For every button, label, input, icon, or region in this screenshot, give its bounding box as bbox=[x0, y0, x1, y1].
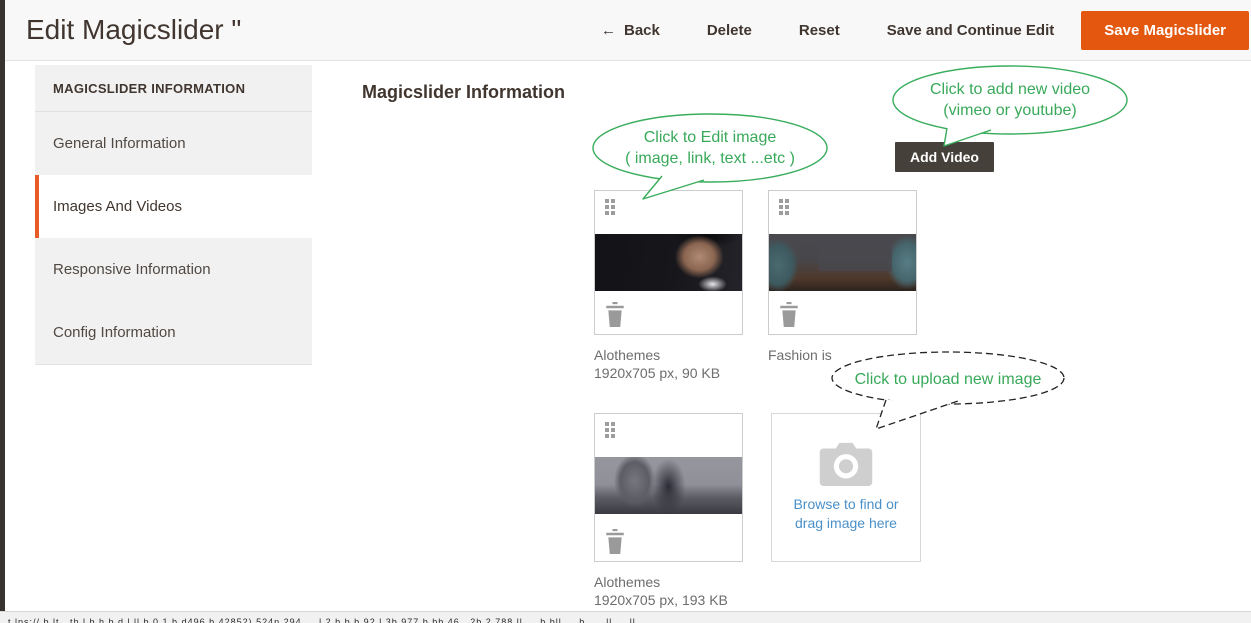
image-name: Alothemes bbox=[594, 573, 728, 591]
settings-nav-heading: MAGICSLIDER INFORMATION bbox=[35, 65, 312, 112]
annotation-line: Click to upload new image bbox=[833, 369, 1063, 390]
image-card[interactable] bbox=[594, 413, 743, 562]
browse-link[interactable]: Browse to find or drag image here bbox=[793, 495, 898, 533]
image-meta: 1920x705 px, 90 KB bbox=[594, 364, 720, 382]
image-card[interactable] bbox=[768, 190, 917, 335]
annotation-line: Click to add new video bbox=[893, 79, 1127, 100]
arrow-left-icon: ← bbox=[601, 22, 616, 39]
delete-image-button[interactable] bbox=[605, 302, 625, 327]
image-name: Alothemes bbox=[594, 346, 720, 364]
slide-thumbnail[interactable] bbox=[595, 234, 742, 291]
settings-nav: MAGICSLIDER INFORMATION General Informat… bbox=[35, 65, 312, 365]
annotation-upload-image: Click to upload new image bbox=[833, 369, 1063, 390]
save-continue-button[interactable]: Save and Continue Edit bbox=[887, 22, 1055, 39]
save-magicslider-button[interactable]: Save Magicslider bbox=[1081, 11, 1249, 50]
back-label: Back bbox=[624, 22, 660, 39]
sidebar-item-general-information[interactable]: General Information bbox=[35, 112, 312, 175]
image-caption: Alothemes 1920x705 px, 90 KB bbox=[594, 346, 720, 382]
annotation-edit-image: Click to Edit image ( image, link, text … bbox=[593, 127, 827, 169]
status-bar: t.lps://.b.lt...th.l.b.h.b.d.l.ll.b.0.1.… bbox=[0, 611, 1251, 623]
back-button[interactable]: ← Back bbox=[601, 22, 660, 39]
browse-link-line2: drag image here bbox=[793, 514, 898, 533]
annotation-line: ( image, link, text ...etc ) bbox=[593, 148, 827, 169]
page-title: Edit Magicslider " bbox=[26, 14, 601, 46]
image-caption: Alothemes 1920x705 px, 193 KB bbox=[594, 573, 728, 609]
annotation-line: Click to Edit image bbox=[593, 127, 827, 148]
sidebar-item-responsive-information[interactable]: Responsive Information bbox=[35, 238, 312, 301]
sidebar-item-images-and-videos[interactable]: Images And Videos bbox=[35, 175, 312, 238]
reset-button[interactable]: Reset bbox=[799, 22, 840, 39]
slide-thumbnail[interactable] bbox=[769, 234, 916, 291]
trash-icon bbox=[605, 529, 625, 554]
screen: Edit Magicslider " ← Back Delete Reset S… bbox=[0, 0, 1251, 623]
trash-icon bbox=[605, 302, 625, 327]
image-name: Fashion is bbox=[768, 346, 832, 364]
section-title: Magicslider Information bbox=[362, 82, 565, 103]
annotation-add-video: Click to add new video (vimeo or youtube… bbox=[893, 79, 1127, 121]
slide-thumbnail[interactable] bbox=[595, 457, 742, 514]
annotation-line: (vimeo or youtube) bbox=[893, 100, 1127, 121]
delete-button[interactable]: Delete bbox=[707, 22, 752, 39]
status-text: t.lps://.b.lt...th.l.b.h.b.d.l.ll.b.0.1.… bbox=[8, 617, 636, 623]
page-header: Edit Magicslider " ← Back Delete Reset S… bbox=[5, 0, 1251, 61]
sidebar-item-config-information[interactable]: Config Information bbox=[35, 301, 312, 364]
image-card[interactable] bbox=[594, 190, 743, 335]
camera-icon bbox=[816, 440, 876, 486]
image-caption: Fashion is bbox=[768, 346, 832, 364]
add-video-button[interactable]: Add Video bbox=[895, 142, 994, 172]
delete-image-button[interactable] bbox=[605, 529, 625, 554]
edit-image-bubble bbox=[593, 114, 827, 199]
trash-icon bbox=[779, 302, 799, 327]
upload-dropzone[interactable]: Browse to find or drag image here bbox=[771, 413, 921, 562]
drag-handle-icon[interactable] bbox=[779, 199, 789, 220]
add-video-bubble bbox=[893, 66, 1127, 146]
admin-menu-strip bbox=[0, 0, 5, 623]
image-meta: 1920x705 px, 193 KB bbox=[594, 591, 728, 609]
delete-image-button[interactable] bbox=[779, 302, 799, 327]
header-actions: ← Back Delete Reset Save and Continue Ed… bbox=[601, 22, 1054, 39]
drag-handle-icon[interactable] bbox=[605, 422, 615, 443]
browse-link-line1: Browse to find or bbox=[793, 495, 898, 514]
drag-handle-icon[interactable] bbox=[605, 199, 615, 220]
